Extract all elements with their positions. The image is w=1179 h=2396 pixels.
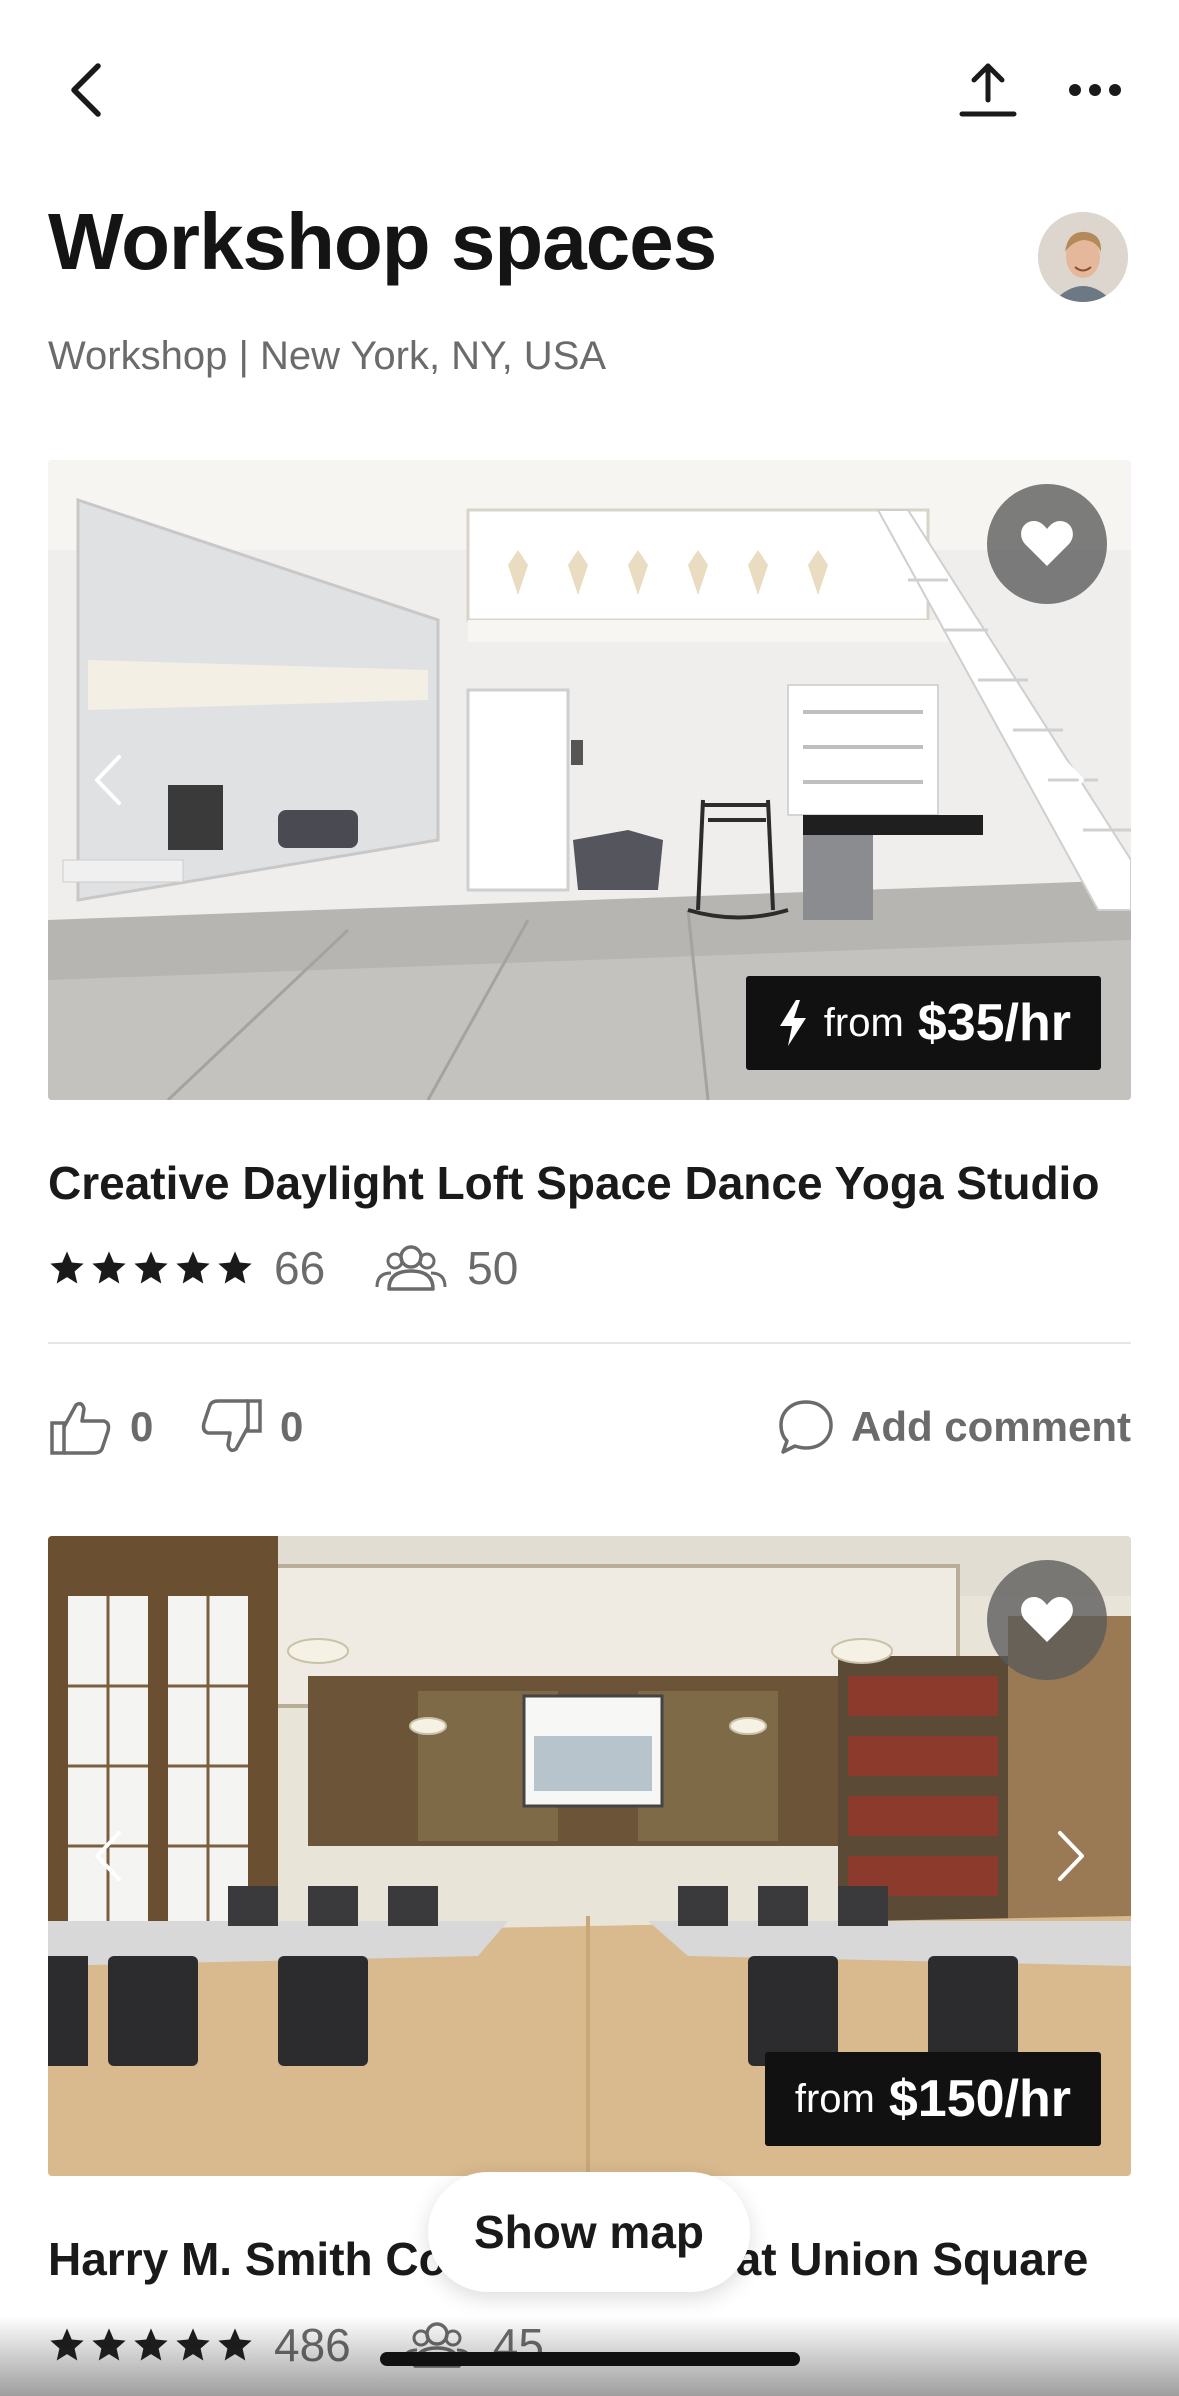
top-bar	[0, 0, 1179, 180]
listing-title-start: Harry M. Smith Co	[48, 2233, 447, 2285]
star-icon	[134, 1251, 168, 1284]
more-horizontal-icon	[1069, 84, 1121, 96]
listing-title[interactable]: Creative Daylight Loft Space Dance Yoga …	[48, 1156, 1099, 1210]
listing-title-end: n at Union Square	[694, 2233, 1089, 2285]
share-button[interactable]	[948, 50, 1028, 130]
rating-stars	[48, 1249, 254, 1287]
chevron-right-icon	[1058, 755, 1084, 805]
like-button[interactable]: 0	[48, 1392, 153, 1462]
listing-actions: 0 0 Add comment	[48, 1392, 1131, 1462]
price-badge: from $150/hr	[764, 2052, 1101, 2146]
listing-stats: 66 50	[48, 1238, 518, 1298]
price-from-label: from	[823, 1000, 904, 1045]
chevron-left-icon	[95, 755, 121, 805]
price-amount: $150/hr	[888, 2070, 1071, 2128]
star-icon	[176, 1251, 210, 1284]
capacity-count: 50	[467, 1242, 519, 1294]
price-from-label: from	[794, 2076, 875, 2121]
back-button[interactable]	[50, 50, 122, 130]
dislike-count: 0	[280, 1403, 304, 1450]
star-icon	[92, 1251, 126, 1284]
heart-icon	[1021, 521, 1073, 566]
next-photo-button[interactable]	[1041, 720, 1101, 840]
heart-icon	[1021, 1597, 1073, 1642]
thumbs-down-icon	[201, 1399, 262, 1453]
star-icon	[50, 1251, 84, 1284]
price-amount: $35/hr	[917, 994, 1071, 1052]
like-count: 0	[130, 1403, 154, 1450]
lightning-bolt-icon	[779, 1000, 806, 1046]
previous-photo-button[interactable]	[78, 720, 138, 840]
next-photo-button[interactable]	[1041, 1796, 1101, 1916]
speech-bubble-icon	[779, 1400, 833, 1454]
more-button[interactable]	[1052, 50, 1138, 130]
add-comment-label: Add comment	[850, 1403, 1131, 1450]
home-indicator[interactable]	[380, 2352, 800, 2366]
divider	[48, 1342, 1131, 1344]
avatar[interactable]	[1038, 212, 1128, 302]
favorite-button[interactable]	[987, 484, 1107, 604]
page-subtitle: Workshop | New York, NY, USA	[48, 334, 607, 378]
add-comment-button[interactable]: Add comment	[777, 1392, 1131, 1462]
previous-photo-button[interactable]	[78, 1796, 138, 1916]
favorite-button[interactable]	[987, 1560, 1107, 1680]
chevron-left-icon	[71, 63, 101, 117]
chevron-right-icon	[1058, 1831, 1084, 1881]
share-upload-icon	[959, 63, 1017, 117]
listing-photo-classroom[interactable]: from $150/hr	[48, 1536, 1131, 2176]
show-map-button[interactable]: Show map	[428, 2172, 750, 2292]
chevron-left-icon	[95, 1831, 121, 1881]
thumbs-up-icon	[50, 1401, 111, 1455]
listing-photo-loft[interactable]: from $35/hr	[48, 460, 1131, 1100]
people-icon	[375, 1245, 447, 1291]
dislike-button[interactable]: 0	[198, 1392, 303, 1462]
review-count: 66	[274, 1242, 326, 1294]
page-title: Workshop spaces	[48, 197, 717, 286]
price-badge: from $35/hr	[745, 976, 1101, 1070]
star-icon	[218, 1251, 252, 1284]
